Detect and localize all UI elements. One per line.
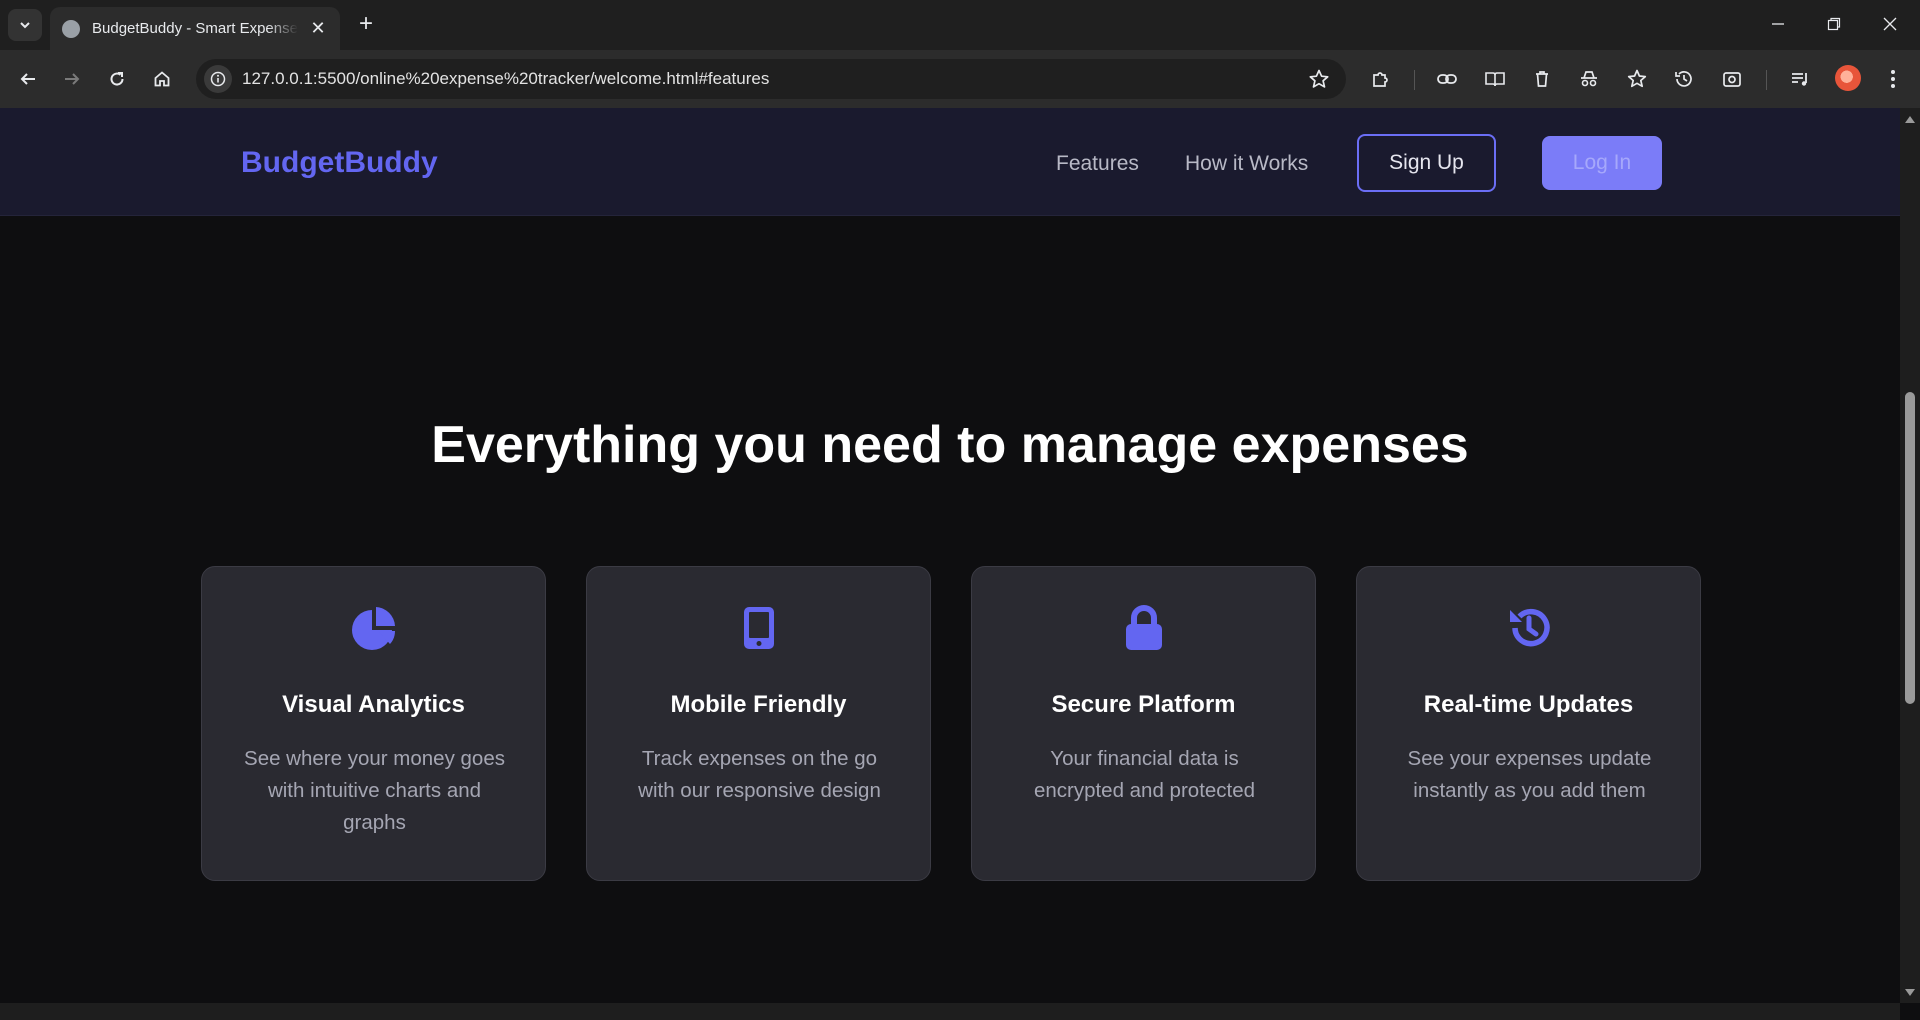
tab-search-button[interactable] <box>8 9 42 41</box>
puzzle-icon <box>1373 72 1388 87</box>
link-button[interactable] <box>1433 65 1461 93</box>
mobile-icon <box>743 607 774 649</box>
features-heading: Everything you need to manage expenses <box>431 416 1469 474</box>
scroll-up-icon[interactable] <box>1904 114 1916 124</box>
card-description: Track expenses on the go with our respon… <box>638 747 881 802</box>
forward-button[interactable] <box>56 63 88 95</box>
more-vertical-icon <box>1891 70 1895 88</box>
close-icon[interactable]: ✕ <box>308 18 328 39</box>
globe-icon <box>62 19 80 38</box>
minimize-icon <box>1772 23 1784 25</box>
page-scrollbar[interactable] <box>1900 108 1920 1003</box>
site-navbar: BudgetBuddy Features How it Works Sign U… <box>0 108 1900 216</box>
address-bar[interactable]: 127.0.0.1:5500/online%20expense%20tracke… <box>196 59 1346 99</box>
feature-card-secure-platform: Secure Platform Your financial data is e… <box>971 566 1316 881</box>
menu-button[interactable] <box>1879 65 1907 93</box>
feature-card-real-time-updates: Real-time Updates See your expenses upda… <box>1356 566 1701 881</box>
back-button[interactable] <box>12 63 44 95</box>
screenshot-button[interactable] <box>1718 65 1746 93</box>
trash-icon <box>1536 71 1548 87</box>
camera-icon <box>1723 72 1741 87</box>
toolbar-divider <box>1414 70 1415 90</box>
nav-link-how-it-works[interactable]: How it Works <box>1185 152 1308 176</box>
restore-icon <box>1827 17 1841 31</box>
pie-chart-icon <box>351 607 395 650</box>
toolbar-divider <box>1766 70 1767 90</box>
feature-card-mobile-friendly: Mobile Friendly Track expenses on the go… <box>586 566 931 881</box>
log-in-button[interactable]: Log In <box>1542 136 1662 190</box>
media-control-button[interactable] <box>1786 65 1814 93</box>
brand-logo[interactable]: BudgetBuddy <box>241 146 438 180</box>
card-title: Real-time Updates <box>1423 691 1634 718</box>
incognito-extension-button[interactable] <box>1575 65 1603 93</box>
site-info-icon[interactable] <box>204 65 232 93</box>
info-icon <box>210 71 226 87</box>
reload-button[interactable] <box>101 63 133 95</box>
new-tab-button[interactable]: + <box>352 10 380 38</box>
url-text: 127.0.0.1:5500/online%20expense%20tracke… <box>242 69 770 88</box>
browser-toolbar: 127.0.0.1:5500/online%20expense%20tracke… <box>0 50 1920 108</box>
card-description: See where your money goes with intuitive… <box>244 747 505 834</box>
scrollbar-thumb[interactable] <box>1905 392 1915 704</box>
sign-up-button[interactable]: Sign Up <box>1357 134 1496 192</box>
lock-icon <box>1125 605 1162 650</box>
extensions-button[interactable] <box>1367 65 1395 93</box>
history-button[interactable] <box>1670 65 1698 93</box>
bottom-strip <box>0 1003 1900 1020</box>
card-title: Secure Platform <box>1051 691 1236 718</box>
tab-title: BudgetBuddy - Smart Expense Tracker <box>92 20 298 37</box>
history-icon <box>1509 608 1550 647</box>
home-button[interactable] <box>146 63 178 95</box>
close-window-button[interactable] <box>1862 0 1918 48</box>
history-icon <box>1675 71 1692 87</box>
close-window-icon <box>1883 17 1897 31</box>
star-list-icon <box>1627 69 1647 88</box>
browser-tab-active[interactable]: BudgetBuddy - Smart Expense Tracker ✕ <box>50 7 340 50</box>
bookmark-star-icon[interactable] <box>1308 68 1330 90</box>
profile-avatar[interactable] <box>1835 65 1861 91</box>
feature-card-visual-analytics: Visual Analytics See where your money go… <box>201 566 546 881</box>
card-title: Mobile Friendly <box>670 691 847 718</box>
delete-button[interactable] <box>1528 65 1556 93</box>
restore-button[interactable] <box>1806 0 1862 48</box>
home-icon <box>154 71 170 87</box>
minimize-button[interactable] <box>1750 0 1806 48</box>
reload-icon <box>110 72 124 86</box>
chevron-down-icon <box>20 22 30 29</box>
card-description: Your financial data is encrypted and pro… <box>1033 747 1256 802</box>
card-title: Visual Analytics <box>282 691 465 718</box>
incognito-icon <box>1581 71 1597 87</box>
scroll-down-icon[interactable] <box>1904 988 1916 998</box>
book-icon <box>1485 72 1505 87</box>
nav-link-features[interactable]: Features <box>1056 152 1139 176</box>
card-description: See your expenses update instantly as yo… <box>1407 747 1652 802</box>
reading-mode-button[interactable] <box>1481 65 1509 93</box>
arrow-left-icon <box>20 73 35 85</box>
browser-tabstrip: BudgetBuddy - Smart Expense Tracker ✕ + <box>0 0 1920 50</box>
arrow-right-icon <box>65 73 80 85</box>
page-viewport: BudgetBuddy Features How it Works Sign U… <box>0 108 1900 1003</box>
playlist-icon <box>1792 73 1807 86</box>
favorites-button[interactable] <box>1623 65 1651 93</box>
link-icon <box>1437 74 1457 84</box>
